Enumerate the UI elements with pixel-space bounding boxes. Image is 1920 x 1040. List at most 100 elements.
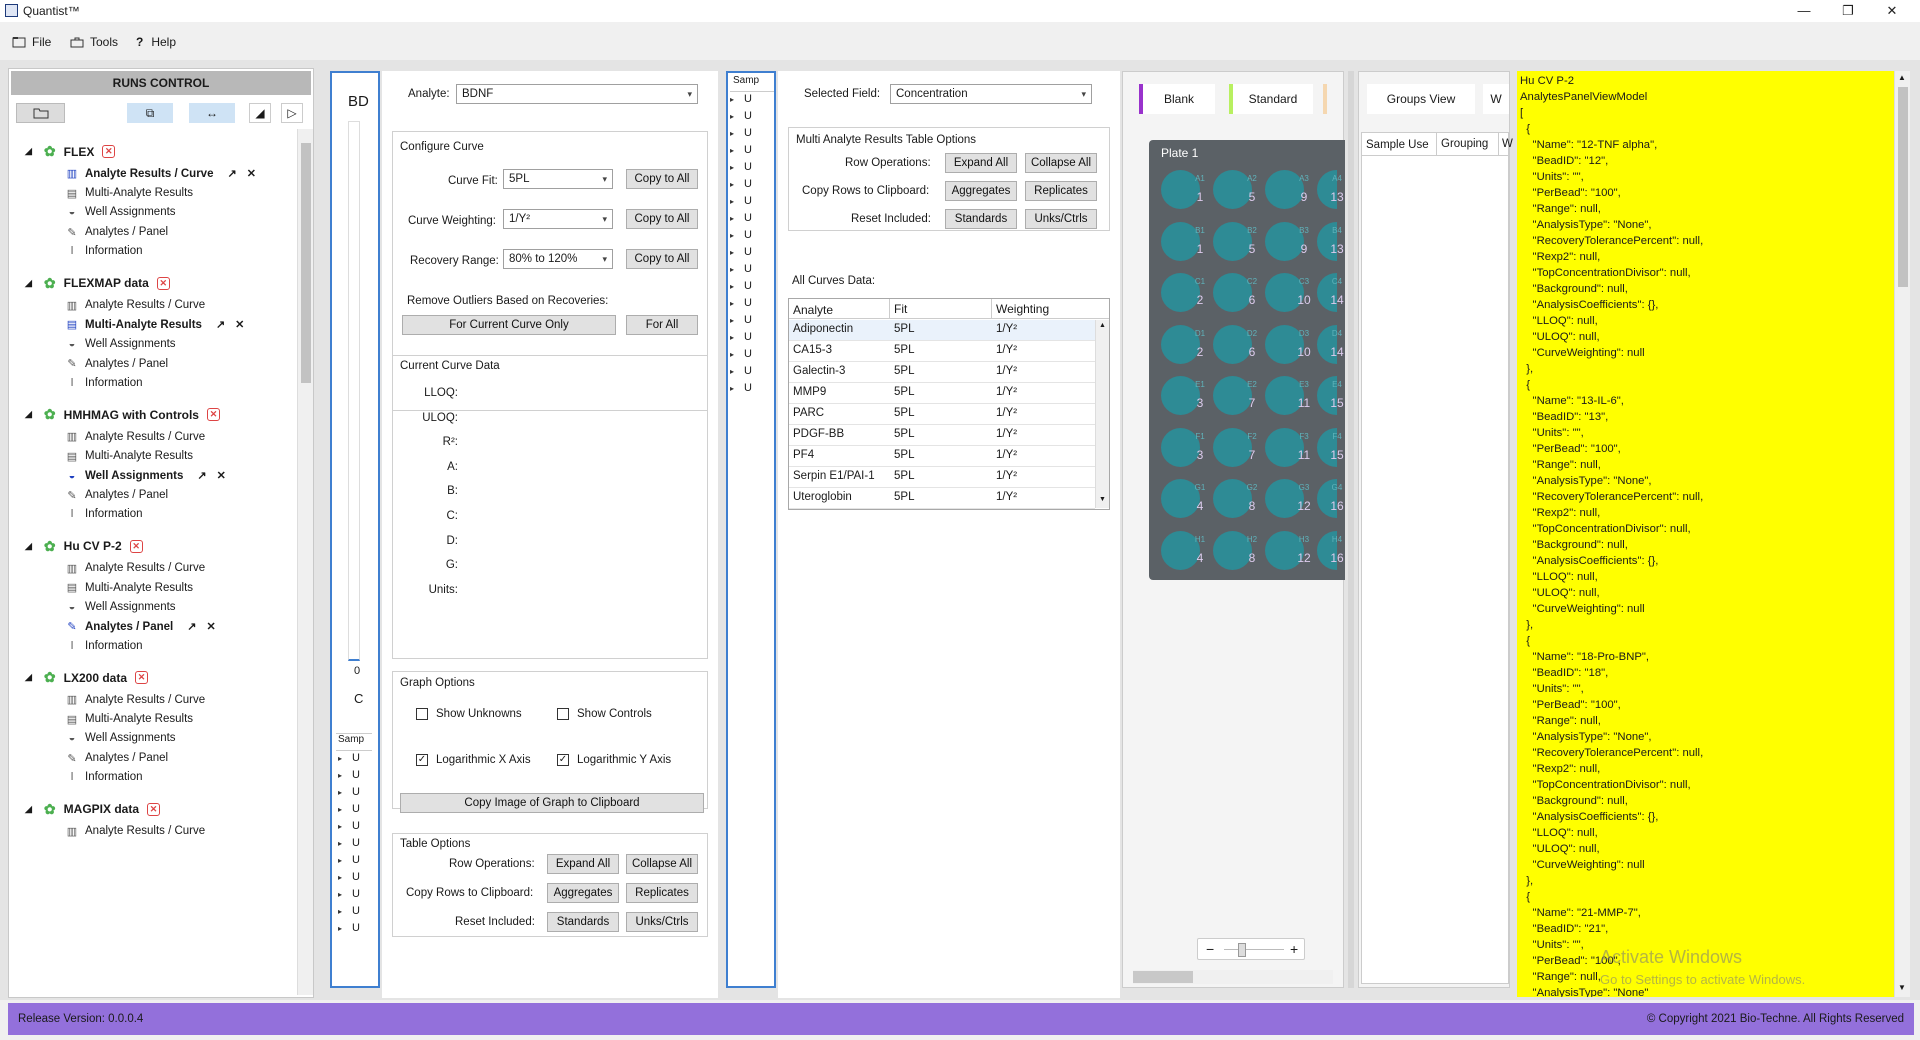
- col-sample-use[interactable]: Sample Use: [1366, 139, 1429, 151]
- run-node[interactable]: ◢ ✿ LX200 data ✕: [25, 669, 149, 686]
- remove-run-icon[interactable]: ✕: [129, 539, 143, 553]
- table-row[interactable]: Serpin E1/PAI-1 5PL 1/Y²: [789, 467, 1095, 488]
- run-view-item[interactable]: ◒ Well Assignments ↗ ✕: [65, 469, 226, 483]
- plate-well[interactable]: H3 12: [1265, 530, 1311, 570]
- col-grouping[interactable]: Grouping: [1436, 133, 1488, 155]
- run-view-item[interactable]: ✎ Analytes / Panel: [65, 226, 168, 239]
- analyte-select[interactable]: BDNF ▾: [456, 84, 698, 104]
- groups-partial-tab[interactable]: W: [1483, 84, 1509, 114]
- run-node[interactable]: ◢ ✿ MAGPIX data ✕: [25, 801, 161, 818]
- run-node[interactable]: ◢ ✿ HMHMAG with Controls ✕: [25, 406, 220, 423]
- recovery-range-select[interactable]: 80% to 120% ▾: [503, 249, 613, 269]
- plate-well[interactable]: E2 7: [1213, 376, 1257, 415]
- run-view-item[interactable]: ▥ Analyte Results / Curve ↗ ✕: [65, 167, 256, 181]
- plate-well[interactable]: F3 11: [1265, 427, 1310, 467]
- table-row[interactable]: MMP9 5PL 1/Y²: [789, 383, 1095, 404]
- copy-run-button[interactable]: ⧉: [127, 103, 173, 123]
- plate-well[interactable]: F1 3: [1161, 427, 1205, 467]
- selected-field-select[interactable]: Concentration ▾: [890, 84, 1092, 104]
- log-y-checkbox[interactable]: ✓: [557, 754, 569, 766]
- remove-run-icon[interactable]: ✕: [147, 802, 161, 816]
- json-scroll-thumb[interactable]: [1898, 87, 1908, 287]
- plate-well[interactable]: G3 12: [1265, 479, 1311, 518]
- runs-scrollbar[interactable]: [297, 129, 313, 995]
- unks-ctrls-button[interactable]: Unks/Ctrls: [626, 912, 698, 932]
- run-view-item[interactable]: ▤ Multi-Analyte Results: [65, 581, 193, 595]
- for-current-curve-button[interactable]: For Current Curve Only: [402, 315, 616, 335]
- plate-well[interactable]: G2 8: [1213, 479, 1257, 518]
- run-view-item[interactable]: ǀ Information: [65, 771, 143, 783]
- close-view-icon[interactable]: ✕: [206, 620, 215, 633]
- runs-scroll-thumb[interactable]: [301, 143, 311, 383]
- curves-scrollbar[interactable]: ▲ ▼: [1095, 320, 1109, 508]
- multi-standards-button[interactable]: Standards: [945, 209, 1017, 229]
- run-view-item[interactable]: ✎ Analytes / Panel: [65, 752, 168, 765]
- close-view-icon[interactable]: ✕: [235, 318, 244, 331]
- multi-expand-all-button[interactable]: Expand All: [945, 153, 1017, 173]
- table-row[interactable]: Adiponectin 5PL 1/Y²: [789, 320, 1095, 341]
- show-unknowns-checkbox[interactable]: [416, 708, 428, 720]
- plate-well[interactable]: D3 10: [1265, 324, 1311, 364]
- table-row[interactable]: CA15-3 5PL 1/Y²: [789, 341, 1095, 362]
- expand-arrow-icon[interactable]: ◢: [25, 409, 32, 420]
- plate-well[interactable]: H2 8: [1213, 530, 1257, 570]
- col-analyte[interactable]: Analyte: [793, 303, 833, 317]
- run-view-item[interactable]: ◒ Well Assignments: [65, 338, 176, 350]
- remove-run-icon[interactable]: ✕: [135, 671, 149, 684]
- menu-tools[interactable]: Tools: [70, 35, 118, 49]
- plate-well[interactable]: A1 1: [1161, 170, 1205, 209]
- run-view-item[interactable]: ◒ Well Assignments: [65, 206, 176, 218]
- plate-well[interactable]: A3 9: [1265, 170, 1309, 209]
- expand-arrow-icon[interactable]: ◢: [25, 146, 32, 157]
- table-row[interactable]: Uteroglobin 5PL 1/Y²: [789, 488, 1095, 509]
- curve-weighting-select[interactable]: 1/Y² ▾: [503, 209, 613, 229]
- expand-all-button[interactable]: Expand All: [547, 854, 619, 874]
- run-view-item[interactable]: ✎ Analytes / Panel: [65, 489, 168, 502]
- plate-well[interactable]: H1 4: [1161, 530, 1205, 570]
- col-weighting[interactable]: Weighting: [991, 299, 1049, 319]
- remove-run-icon[interactable]: ✕: [102, 145, 116, 158]
- close-icon[interactable]: ✕: [1882, 2, 1902, 20]
- zoom-in-icon[interactable]: +: [1290, 941, 1298, 957]
- for-all-button[interactable]: For All: [626, 315, 698, 335]
- run-view-item[interactable]: ▤ Multi-Analyte Results: [65, 450, 193, 463]
- replicates-button[interactable]: Replicates: [626, 883, 698, 903]
- curve-fit-copy-all-button[interactable]: Copy to All: [626, 169, 698, 189]
- plate-well[interactable]: C3 10: [1265, 273, 1311, 312]
- run-view-item[interactable]: ▤ Multi-Analyte Results ↗ ✕: [65, 318, 245, 332]
- run-view-item[interactable]: ◒ Well Assignments: [65, 732, 176, 744]
- aggregates-button[interactable]: Aggregates: [547, 883, 619, 903]
- plate-well[interactable]: C2 6: [1213, 273, 1257, 312]
- expand-arrow-icon[interactable]: ◢: [25, 804, 32, 815]
- pin-icon[interactable]: ↗: [197, 469, 206, 482]
- plate-hscroll[interactable]: [1133, 970, 1333, 984]
- json-output-panel[interactable]: Hu CV P-2 AnalytesPanelViewModel [ { "Na…: [1517, 71, 1894, 997]
- run-node[interactable]: ◢ ✿ FLEXMAP data ✕: [25, 275, 170, 292]
- expand-width-button[interactable]: ↔: [189, 103, 235, 123]
- minimize-icon[interactable]: —: [1794, 2, 1814, 20]
- run-view-item[interactable]: ◒ Well Assignments: [65, 601, 176, 613]
- show-controls-checkbox[interactable]: [557, 708, 569, 720]
- remove-run-icon[interactable]: ✕: [156, 276, 170, 290]
- play-button[interactable]: ▷: [281, 103, 303, 123]
- plate-well[interactable]: E1 3: [1161, 376, 1205, 415]
- copy-graph-image-button[interactable]: Copy Image of Graph to Clipboard: [400, 793, 704, 813]
- run-view-item[interactable]: ǀ Information: [65, 640, 143, 652]
- splitter[interactable]: [1348, 71, 1354, 988]
- plate-well[interactable]: E3 11: [1265, 376, 1310, 415]
- maximize-icon[interactable]: ❐: [1838, 2, 1858, 20]
- open-folder-button[interactable]: [16, 103, 65, 123]
- table-row[interactable]: Galectin-3 5PL 1/Y²: [789, 362, 1095, 383]
- log-x-checkbox[interactable]: ✓: [416, 754, 428, 766]
- plate-well[interactable]: D2 6: [1213, 324, 1257, 364]
- multi-aggregates-button[interactable]: Aggregates: [945, 181, 1017, 201]
- run-view-item[interactable]: ▥ Analyte Results / Curve: [65, 430, 205, 444]
- standards-button[interactable]: Standards: [547, 912, 619, 932]
- run-node[interactable]: ◢ ✿ FLEX ✕: [25, 143, 116, 160]
- zoom-out-icon[interactable]: −: [1206, 941, 1214, 957]
- table-row[interactable]: PARC 5PL 1/Y²: [789, 404, 1095, 425]
- table-row[interactable]: PDGF-BB 5PL 1/Y²: [789, 425, 1095, 446]
- curve-fit-select[interactable]: 5PL ▾: [503, 169, 613, 189]
- col-w[interactable]: W: [1498, 133, 1513, 155]
- plate-well[interactable]: B1 1: [1161, 221, 1205, 261]
